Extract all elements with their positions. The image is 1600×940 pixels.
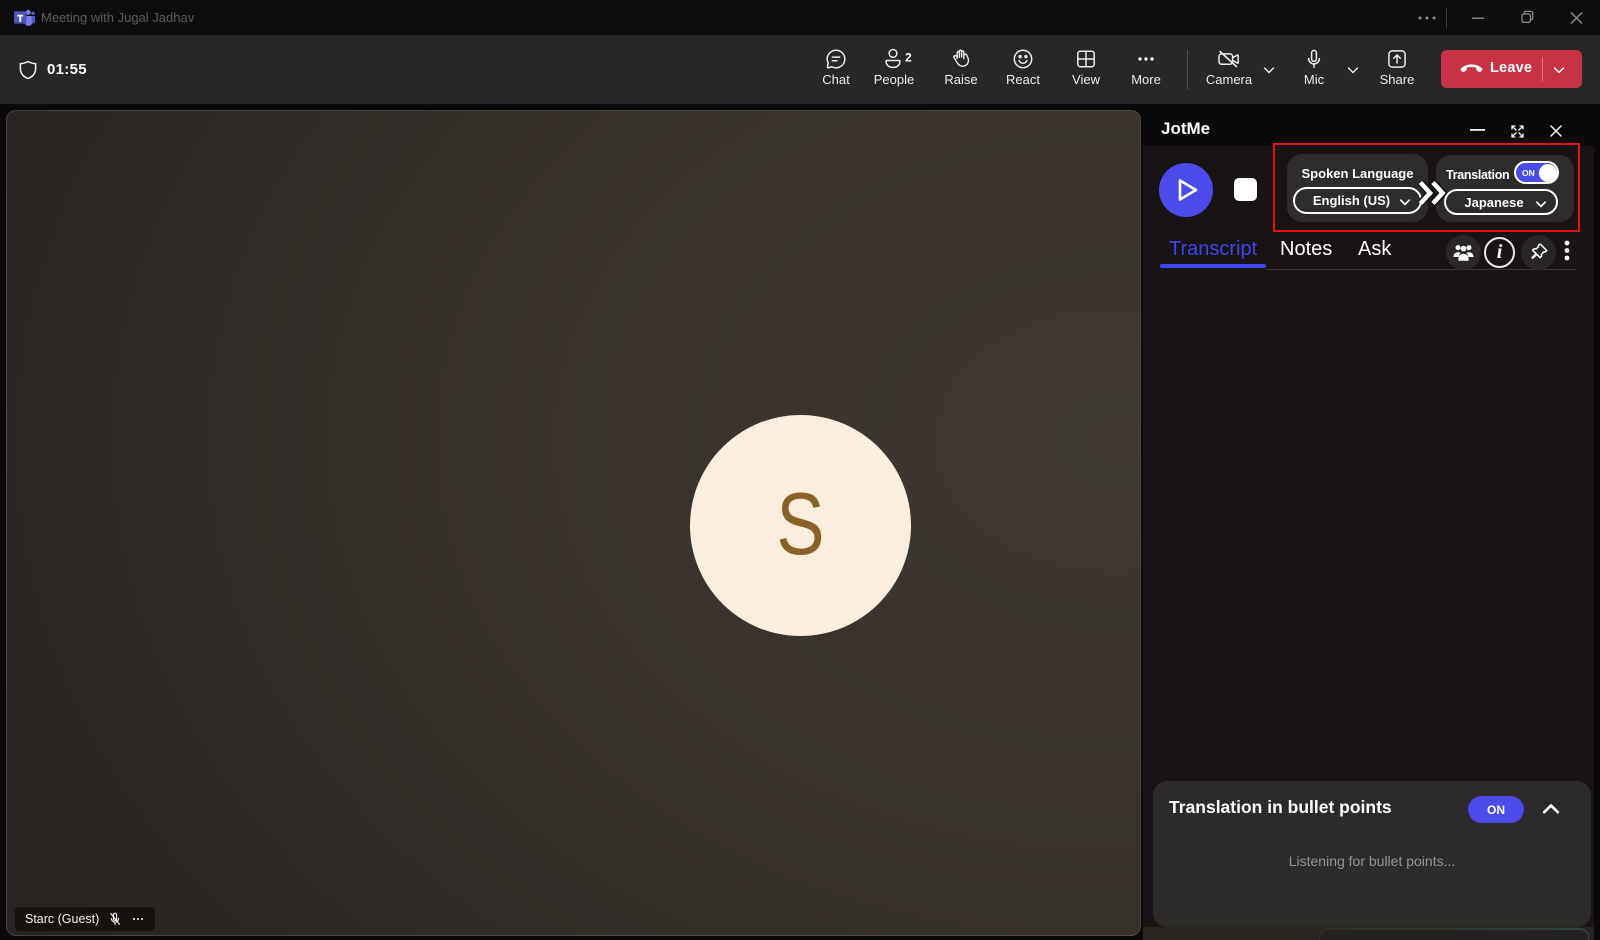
svg-text:2: 2 <box>905 51 912 65</box>
